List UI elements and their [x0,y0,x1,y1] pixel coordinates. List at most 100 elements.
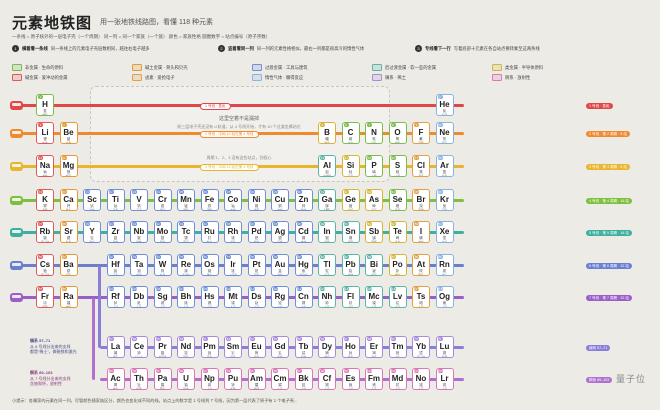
element-station[interactable]: 84 Po 钋放射 [388,254,407,276]
element-station[interactable]: 78 Pt 铂首饰 [247,254,266,276]
element-station[interactable]: 49 In 铟屏幕 [318,221,336,243]
element-station[interactable]: 111 Rg 𬬭 人造 [271,286,289,308]
element-station[interactable]: 96 Cm 锔人造 [271,368,289,390]
element-station[interactable]: 60 Nd 钕磁铁 [177,336,195,358]
element-station[interactable]: 73 Ta 钽电容 [130,254,148,276]
element-station[interactable]: 101 Md 钔人造 [388,368,407,390]
element-station[interactable]: 80 Hg 汞温度计 [294,254,313,276]
element-station[interactable]: 87 Fr 钫极稀 [36,286,54,308]
element-station[interactable]: 65 Tb 铽屏幕 [294,336,313,358]
element-station[interactable]: 94 Pu 钚核能 [224,368,242,390]
element-station[interactable]: 12 Mg 镁烟花 [59,155,78,177]
element-station[interactable]: 103 Lr 铹人造 [435,368,454,390]
element-station[interactable]: 48 Cd 镉电池 [294,221,313,243]
element-station[interactable]: 102 No 锘人造 [412,368,430,390]
element-station[interactable]: 36 Kr 氪闪光 [435,189,454,211]
element-station[interactable]: 74 W 钨灯丝 [153,254,172,276]
element-station[interactable]: 81 Tl 铊有毒 [318,254,336,276]
element-station[interactable]: 88 Ra 镭放射 [59,286,78,308]
element-station[interactable]: 66 Dy 镝电机 [318,336,336,358]
element-station[interactable]: 86 Rn 氡地下 [435,254,454,276]
element-station[interactable]: 54 Xe 氙车灯 [435,221,454,243]
element-station[interactable]: 18 Ar 氩灯泡 [435,155,454,177]
element-station[interactable]: 57 La 镧镜头 [106,336,125,358]
element-station[interactable]: 11 Na 钠食盐 [36,155,54,177]
element-station[interactable]: 5 B 硼玻璃 [318,122,336,144]
element-station[interactable]: 118 Og 鿫人造 [435,286,454,308]
element-station[interactable]: 33 As 砷毒药 [365,189,383,211]
element-station[interactable]: 15 P 磷火柴 [365,155,383,177]
element-station[interactable]: 29 Cu 铜电线 [271,189,289,211]
element-station[interactable]: 93 Np 镎人造 [200,368,219,390]
element-station[interactable]: 59 Pr 镨护目镜 [153,336,172,358]
element-station[interactable]: 39 Y 钇激光 [83,221,101,243]
element-station[interactable]: 38 Sr 锶红焰 [59,221,78,243]
element-station[interactable]: 26 Fe 铁钢筋 [200,189,219,211]
element-station[interactable]: 52 Te 碲光盘 [388,221,407,243]
element-station[interactable]: 1 H 氢燃料 [36,94,54,116]
element-station[interactable]: 32 Ge 锗光纤 [341,189,360,211]
element-station[interactable]: 106 Sg 𬭳 人造 [153,286,172,308]
element-station[interactable]: 2 He 氦气球 [435,94,454,116]
element-station[interactable]: 43 Tc 锝医疗 [177,221,195,243]
element-station[interactable]: 104 Rf 𬬻 人造 [106,286,125,308]
element-station[interactable]: 109 Mt 鿏人造 [224,286,242,308]
element-station[interactable]: 35 Br 溴阻燃 [412,189,430,211]
element-station[interactable]: 8 O 氧呼吸 [388,122,407,144]
element-station[interactable]: 42 Mo 钼钢材 [153,221,172,243]
element-station[interactable]: 97 Bk 锫人造 [294,368,313,390]
element-station[interactable]: 46 Pd 钯催化 [247,221,266,243]
element-station[interactable]: 110 Ds 𫟼 人造 [247,286,266,308]
element-station[interactable]: 63 Eu 铕钞票 [247,336,266,358]
element-station[interactable]: 116 Lv 𫟷 人造 [388,286,407,308]
element-station[interactable]: 14 Si 硅芯片 [341,155,360,177]
element-station[interactable]: 69 Tm 铥 X光 [388,336,407,358]
element-station[interactable]: 108 Hs 𬭶 人造 [200,286,219,308]
element-station[interactable]: 115 Mc 镆人造 [365,286,383,308]
element-station[interactable]: 16 S 硫火药 [388,155,407,177]
element-station[interactable]: 7 N 氮空气 [365,122,383,144]
element-station[interactable]: 21 Sc 钪球拍 [83,189,101,211]
element-station[interactable]: 3 Li 锂电池 [36,122,54,144]
element-station[interactable]: 25 Mn 锰钢铁 [177,189,195,211]
element-station[interactable]: 4 Be 铍合金 [59,122,78,144]
element-station[interactable]: 47 Ag 银首饰 [271,221,289,243]
element-station[interactable]: 90 Th 钍核能 [130,368,148,390]
element-station[interactable]: 67 Ho 钬激光 [341,336,360,358]
element-station[interactable]: 107 Bh 𬭛 人造 [177,286,195,308]
element-station[interactable]: 114 Fl 𫓧 人造 [341,286,360,308]
element-station[interactable]: 27 Co 钴电池 [224,189,242,211]
element-station[interactable]: 92 U 铀核电 [177,368,195,390]
element-station[interactable]: 68 Er 铒光纤 [365,336,383,358]
element-station[interactable]: 72 Hf 铪芯片 [106,254,125,276]
element-station[interactable]: 82 Pb 铅电池 [341,254,360,276]
element-station[interactable]: 41 Nb 铌磁体 [130,221,148,243]
element-station[interactable]: 37 Rb 铷原子钟 [36,221,54,243]
element-station[interactable]: 98 Cf 锎人造 [318,368,336,390]
element-station[interactable]: 22 Ti 钛飞机 [106,189,125,211]
element-station[interactable]: 79 Au 金金条 [271,254,289,276]
element-station[interactable]: 112 Cn 鿔人造 [294,286,313,308]
element-station[interactable]: 6 C 碳生命 [341,122,360,144]
element-station[interactable]: 64 Gd 钆核磁 [271,336,289,358]
element-station[interactable]: 70 Yb 镱原子钟 [412,336,430,358]
element-station[interactable]: 28 Ni 镍硬币 [247,189,266,211]
element-station[interactable]: 13 Al 铝易拉罐 [318,155,336,177]
element-station[interactable]: 61 Pm 钷夜光 [200,336,219,358]
element-station[interactable]: 31 Ga 镓 LED [318,189,336,211]
element-station[interactable]: 71 Lu 镥探测 [435,336,454,358]
element-station[interactable]: 17 Cl 氯消毒 [412,155,430,177]
element-station[interactable]: 58 Ce 铈打火石 [130,336,148,358]
element-station[interactable]: 45 Rh 铑尾气 [224,221,242,243]
element-station[interactable]: 85 At 砹稀有 [412,254,430,276]
element-station[interactable]: 77 Ir 铱火花塞 [224,254,242,276]
element-station[interactable]: 44 Ru 钌触点 [200,221,219,243]
element-station[interactable]: 24 Cr 铬镀层 [153,189,172,211]
element-station[interactable]: 99 Es 锿人造 [341,368,360,390]
element-station[interactable]: 117 Ts 鿬人造 [412,286,430,308]
element-station[interactable]: 40 Zr 锆核电 [106,221,125,243]
element-station[interactable]: 91 Pa 镤稀有 [153,368,172,390]
element-station[interactable]: 19 K 钾香蕉 [36,189,54,211]
element-station[interactable]: 34 Se 硒营养 [388,189,407,211]
element-station[interactable]: 76 Os 锇笔尖 [200,254,219,276]
